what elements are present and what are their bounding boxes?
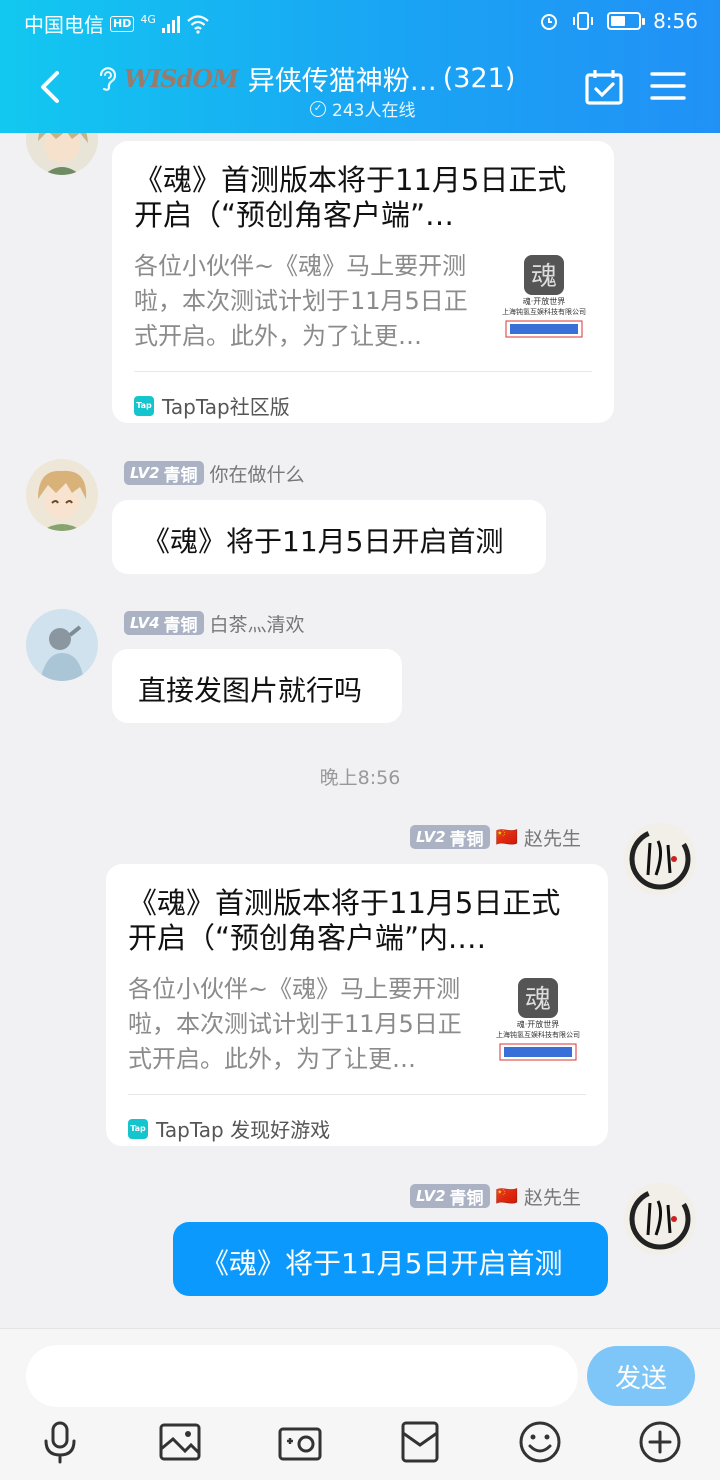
network-label: 4G — [140, 13, 156, 26]
check-circle-icon: ✓ — [310, 100, 326, 117]
card-divider — [128, 1094, 586, 1095]
card-title: 《魂》首测版本将于11月5日正式开启（“预创角客户端”… — [134, 163, 567, 232]
card-source-label: TapTap社区版 — [162, 395, 290, 419]
signal-icon — [161, 15, 180, 33]
message-bubble[interactable]: 直接发图片就行吗 — [112, 649, 402, 723]
group-title: 异侠传猫神粉… — [247, 65, 437, 97]
sender-name: 赵先生 — [523, 1186, 581, 1209]
carrier-label: 中国电信 — [24, 13, 104, 37]
camera-icon — [278, 1427, 322, 1461]
hd-badge: HD — [110, 15, 135, 32]
card-divider — [134, 371, 592, 372]
sender-info: LV4 青铜 白茶灬清欢 — [124, 610, 305, 636]
message-bubble[interactable]: 《魂》将于11月5日开启首测 — [112, 500, 546, 574]
taptap-icon: Tap — [128, 1118, 148, 1139]
level-badge: LV2 青铜 — [410, 1184, 490, 1209]
my-message-bubble[interactable]: 《魂》将于11月5日开启首测 — [173, 1222, 608, 1296]
card-source: Tap TapTap社区版 — [134, 391, 290, 420]
card-description: 各位小伙伴~《魂》马上要开测啦，本次测试计划于11月5日正式开启。此外，为了让更… — [134, 252, 468, 350]
thumb-text: 魂·开放世界 — [522, 297, 566, 306]
voice-button[interactable] — [37, 1419, 83, 1465]
message-text: 直接发图片就行吗 — [138, 674, 363, 707]
emoji-icon — [519, 1421, 561, 1463]
online-status: ✓ 243人在线 — [310, 96, 415, 121]
group-title-row[interactable]: WISdOM 异侠传猫神粉… (321) — [96, 58, 536, 98]
level-badge: LV2 青铜 — [410, 825, 490, 850]
menu-icon — [650, 72, 686, 100]
send-button[interactable]: 发送 — [587, 1346, 695, 1406]
china-flag-icon: 🇨🇳 — [495, 1185, 518, 1207]
emoji-button[interactable] — [517, 1419, 563, 1465]
level-badge: LV2 青铜 — [124, 461, 204, 486]
alarm-icon — [541, 14, 558, 30]
time-separator: 晚上8:56 — [319, 767, 401, 789]
avatar-ink-calligraphy[interactable] — [624, 1183, 696, 1255]
message-text: 《魂》将于11月5日开启首测 — [201, 1247, 563, 1280]
sender-name: 你在做什么 — [209, 463, 305, 486]
message-input[interactable] — [26, 1345, 578, 1407]
battery-icon — [607, 12, 646, 30]
avatar-anime-girl[interactable] — [26, 133, 98, 175]
sender-name: 赵先生 — [523, 827, 581, 850]
message-text: 《魂》将于11月5日开启首测 — [142, 525, 504, 558]
group-checkin-button[interactable] — [584, 68, 624, 106]
avatar-girl-portrait[interactable] — [26, 609, 98, 681]
svg-text:魂: 魂 — [531, 262, 557, 292]
red-packet-button[interactable] — [397, 1419, 443, 1465]
chat-header: 中国电信 HD 4G 8:56 WISdOM 异侠传猫神粉… (321) ✓ 2… — [0, 0, 720, 133]
svg-text:魂: 魂 — [525, 985, 551, 1015]
card-title: 《魂》首测版本将于11月5日正式开启（“预创角客户端”内.… — [128, 886, 561, 955]
red-packet-icon — [401, 1421, 439, 1463]
sender-info: LV2 青铜 🇨🇳 赵先生 — [410, 1183, 581, 1209]
group-member-count: (321) — [442, 62, 516, 94]
china-flag-icon: 🇨🇳 — [495, 826, 518, 848]
online-count: 243人在线 — [332, 101, 416, 121]
camera-button[interactable] — [277, 1419, 323, 1465]
thumb-company: 上海钝氢互娱科技有限公司 — [502, 308, 586, 316]
ear-icon — [99, 67, 117, 91]
menu-button[interactable] — [650, 70, 688, 104]
input-bar: 发送 — [0, 1328, 720, 1480]
calendar-check-icon — [585, 70, 623, 105]
thumb-text: 魂·开放世界 — [516, 1020, 560, 1029]
back-button[interactable] — [30, 62, 70, 112]
level-badge: LV4 青铜 — [124, 611, 204, 636]
shared-link-card[interactable]: 《魂》首测版本将于11月5日正式开启（“预创角客户端”内.… 各位小伙伴~《魂》… — [106, 864, 608, 1146]
sender-info: LV2 青铜 🇨🇳 赵先生 — [410, 824, 581, 850]
vibrate-icon — [573, 12, 594, 30]
image-icon — [159, 1423, 201, 1461]
card-thumbnail: 魂 魂·开放世界 上海钝氢互娱科技有限公司 — [498, 253, 590, 343]
avatar-anime-boy[interactable] — [26, 459, 98, 531]
card-source-label: TapTap 发现好游戏 — [156, 1118, 331, 1142]
card-description: 各位小伙伴~《魂》马上要开测啦，本次测试计划于11月5日正式开启。此外，为了让更… — [128, 975, 462, 1073]
clock: 8:56 — [653, 9, 698, 33]
card-thumbnail: 魂 魂·开放世界 上海钝氢互娱科技有限公司 — [492, 976, 584, 1066]
wifi-icon — [187, 14, 209, 34]
status-bar: 中国电信 HD 4G 8:56 — [0, 0, 720, 44]
more-button[interactable] — [637, 1419, 683, 1465]
sender-name: 白茶灬清欢 — [209, 613, 305, 636]
microphone-icon — [44, 1421, 76, 1464]
group-logo: WISdOM — [124, 63, 239, 93]
image-button[interactable] — [157, 1419, 203, 1465]
taptap-icon: Tap — [134, 395, 154, 416]
back-chevron-icon — [41, 71, 59, 103]
shared-link-card[interactable]: 《魂》首测版本将于11月5日正式开启（“预创角客户端”… 各位小伙伴~《魂》马上… — [112, 141, 614, 423]
plus-icon — [639, 1421, 681, 1463]
message-list[interactable]: 《魂》首测版本将于11月5日正式开启（“预创角客户端”… 各位小伙伴~《魂》马上… — [0, 133, 720, 1328]
thumb-company: 上海钝氢互娱科技有限公司 — [496, 1031, 580, 1039]
avatar-ink-calligraphy[interactable] — [624, 823, 696, 895]
sender-info: LV2 青铜 你在做什么 — [124, 460, 305, 486]
card-source: Tap TapTap 发现好游戏 — [128, 1114, 330, 1143]
